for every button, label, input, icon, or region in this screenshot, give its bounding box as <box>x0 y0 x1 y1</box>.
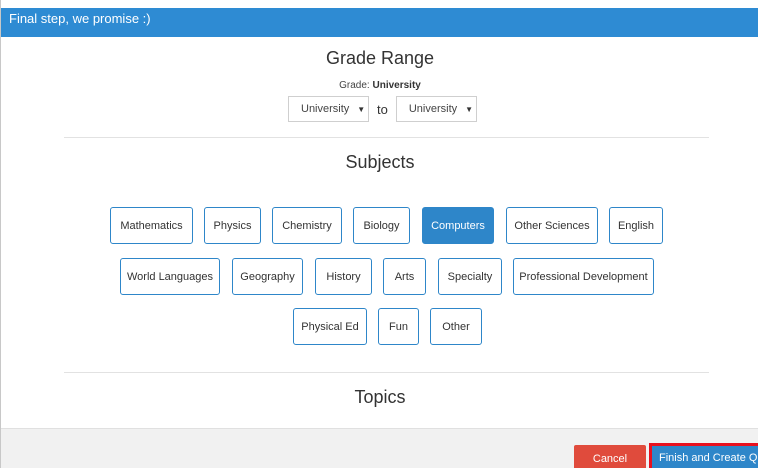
section-divider <box>64 372 709 373</box>
grade-caption: Grade: University <box>1 80 758 91</box>
cancel-button[interactable]: Cancel <box>574 445 646 468</box>
subject-chip-history[interactable]: History <box>315 258 372 295</box>
grade-from-select[interactable]: University ▼ <box>288 96 369 122</box>
section-divider <box>64 137 709 138</box>
subject-chip-other-sciences[interactable]: Other Sciences <box>506 207 598 244</box>
modal-footer: Cancel Finish and Create Quiz <box>1 428 758 468</box>
subject-chip-chemistry[interactable]: Chemistry <box>272 207 342 244</box>
subject-chip-professional-development[interactable]: Professional Development <box>513 258 654 295</box>
subject-chip-other[interactable]: Other <box>430 308 482 345</box>
grade-caption-value: University <box>372 80 421 91</box>
subject-chip-specialty[interactable]: Specialty <box>438 258 502 295</box>
subject-chip-computers[interactable]: Computers <box>422 207 494 244</box>
grade-caption-prefix: Grade: <box>339 80 370 91</box>
chevron-down-icon: ▼ <box>465 104 474 114</box>
subject-chip-world-languages[interactable]: World Languages <box>120 258 220 295</box>
grade-range-title: Grade Range <box>325 48 435 68</box>
subject-chip-physics[interactable]: Physics <box>204 207 261 244</box>
subject-chip-physical-ed[interactable]: Physical Ed <box>293 308 367 345</box>
grade-to-label: to <box>377 101 388 117</box>
grade-from-value: University <box>301 103 350 115</box>
modal-title: Final step, we promise :) <box>9 11 151 26</box>
subject-chip-geography[interactable]: Geography <box>232 258 303 295</box>
topics-title: Topics <box>354 387 406 407</box>
subject-chip-english[interactable]: English <box>609 207 663 244</box>
grade-range-row: University ▼ to University ▼ <box>288 96 477 122</box>
chevron-down-icon: ▼ <box>357 104 366 114</box>
subject-chip-arts[interactable]: Arts <box>383 258 426 295</box>
grade-to-select[interactable]: University ▼ <box>395 96 477 122</box>
subject-chip-mathematics[interactable]: Mathematics <box>110 207 193 244</box>
create-quiz-modal: Final step, we promise :) Grade Range Gr… <box>0 0 758 468</box>
subjects-title: Subjects <box>345 152 415 172</box>
subject-chip-biology[interactable]: Biology <box>353 207 410 244</box>
grade-to-value: University <box>408 103 458 115</box>
modal-body[interactable]: Grade Range Grade: University University… <box>1 37 758 428</box>
finish-and-create-quiz-button[interactable]: Finish and Create Quiz <box>649 443 758 468</box>
modal-header: Final step, we promise :) <box>1 8 758 37</box>
subject-chip-fun[interactable]: Fun <box>378 308 419 345</box>
